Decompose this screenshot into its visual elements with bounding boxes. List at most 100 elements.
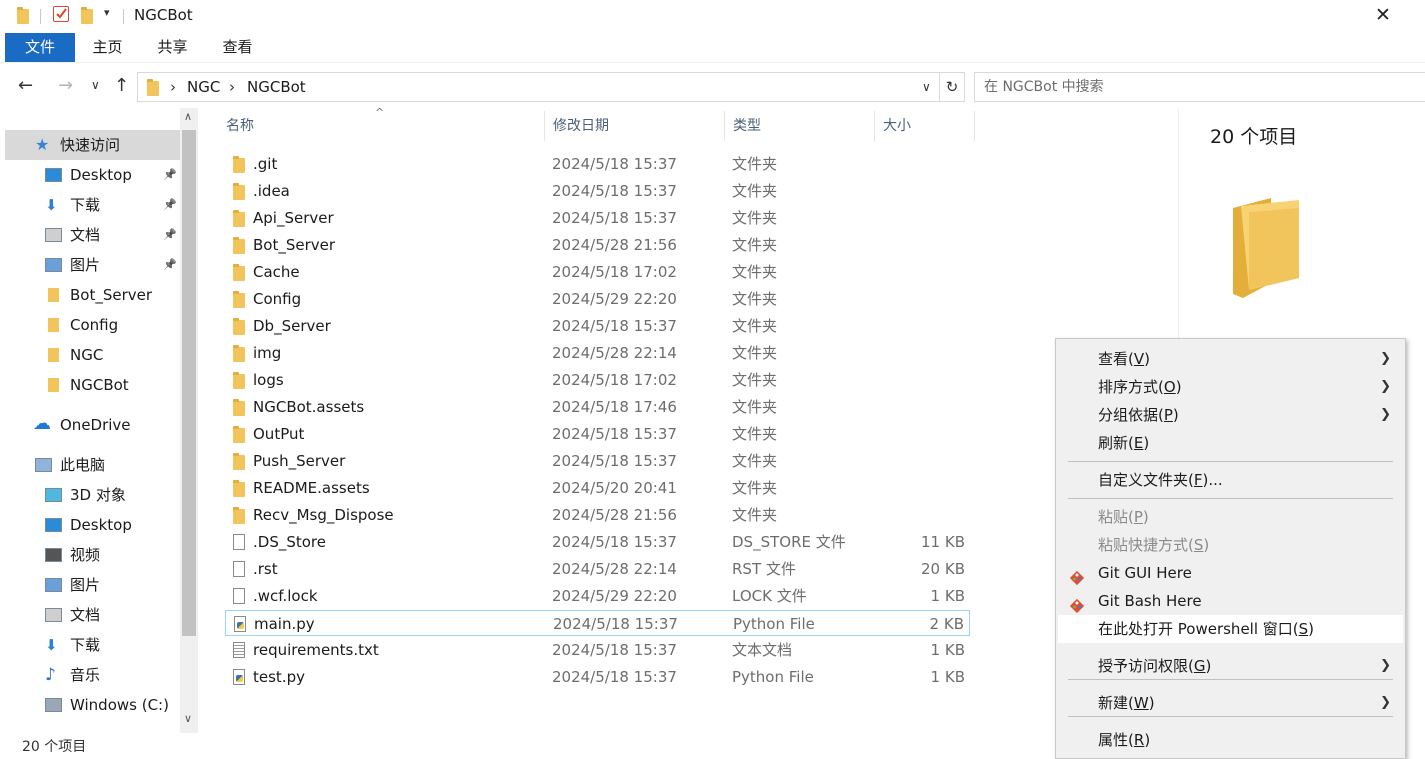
properties-checkbox-icon[interactable]	[53, 6, 69, 22]
sidebar-item-13[interactable]: 视频	[5, 540, 180, 570]
refresh-button[interactable]: ↻	[940, 72, 965, 102]
table-row[interactable]: .DS_Store 2024/5/18 15:37 DS_STORE 文件 11 KB	[225, 529, 970, 555]
menu-item-6[interactable]: 粘贴快捷方式(S)	[1058, 531, 1403, 559]
table-row[interactable]: Push_Server 2024/5/18 15:37 文件夹	[225, 448, 970, 474]
music-icon: ♪	[45, 665, 56, 685]
tab-share[interactable]: 共享	[150, 33, 195, 62]
menu-item-7[interactable]: Git GUI Here	[1058, 559, 1403, 587]
sidebar-item-3[interactable]: 文档 📌	[5, 220, 180, 250]
menu-item-3[interactable]: 刷新(E)	[1058, 429, 1403, 457]
sidebar-item-17[interactable]: ♪ 音乐	[5, 660, 180, 690]
context-menu: 查看(V) ❯ 排序方式(O) ❯ 分组依据(P) ❯ 刷新(E) 自定义文件夹(F)... 粘…	[1055, 338, 1406, 759]
nav-scrollbar[interactable]: ∧ ∨	[180, 108, 198, 733]
sidebar-item-label: Desktop	[70, 516, 132, 534]
sidebar-item-label: 视频	[70, 546, 101, 564]
table-row[interactable]: .git 2024/5/18 15:37 文件夹	[225, 151, 970, 177]
file-type: Python File	[732, 668, 814, 686]
menu-item-4[interactable]: 自定义文件夹(F)...	[1058, 466, 1403, 494]
table-row[interactable]: Cache 2024/5/18 17:02 文件夹	[225, 259, 970, 285]
table-row[interactable]: Bot_Server 2024/5/28 21:56 文件夹	[225, 232, 970, 258]
sidebar-item-7[interactable]: NGC	[5, 340, 180, 370]
breadcrumb-ngcbot[interactable]: NGCBot	[247, 78, 306, 96]
tab-file[interactable]: 文件	[5, 33, 75, 62]
column-date[interactable]: 修改日期	[545, 111, 725, 141]
file-date: 2024/5/18 15:37	[552, 317, 677, 335]
menu-item-9[interactable]: 在此处打开 Powershell 窗口(S)	[1058, 615, 1403, 643]
address-history-chevron-icon[interactable]: ∨	[922, 80, 931, 94]
address-bar[interactable]: › NGC › NGCBot ∨	[137, 72, 940, 102]
tab-home[interactable]: 主页	[85, 33, 130, 62]
scroll-down-icon[interactable]: ∨	[184, 712, 192, 725]
up-arrow-icon[interactable]: ↑	[114, 75, 129, 96]
table-row[interactable]: requirements.txt 2024/5/18 15:37 文本文档 1 KB	[225, 637, 970, 663]
column-size[interactable]: 大小	[875, 111, 975, 141]
column-type[interactable]: 类型	[725, 111, 875, 141]
search-input[interactable]: 在 NGCBot 中搜索	[974, 72, 1425, 102]
table-row[interactable]: OutPut 2024/5/18 15:37 文件夹	[225, 421, 970, 447]
menu-item-12[interactable]: 属性(R)	[1058, 726, 1403, 754]
close-button[interactable]: ✕	[1368, 4, 1398, 28]
sidebar-item-2[interactable]: ⬇ 下载 📌	[5, 190, 180, 220]
sidebar-item-14[interactable]: 图片	[5, 570, 180, 600]
file-name: Bot_Server	[253, 236, 336, 254]
pin-icon[interactable]: 📌	[163, 250, 177, 280]
sidebar-item-10[interactable]: 此电脑	[5, 450, 180, 480]
table-row[interactable]: main.py 2024/5/18 15:37 Python File 2 KB	[225, 610, 970, 636]
sidebar-item-12[interactable]: Desktop	[5, 510, 180, 540]
menu-item-text: 粘贴快捷方式	[1098, 536, 1189, 554]
sidebar-item-15[interactable]: 文档	[5, 600, 180, 630]
sidebar-item-16[interactable]: ⬇ 下载	[5, 630, 180, 660]
sidebar-item-6[interactable]: Config	[5, 310, 180, 340]
breadcrumb-ngc[interactable]: NGC	[187, 78, 220, 96]
scrollbar-thumb[interactable]	[182, 130, 196, 636]
pin-icon[interactable]: 📌	[163, 160, 177, 190]
new-folder-icon[interactable]	[81, 7, 93, 24]
sidebar-item-label: 3D 对象	[70, 486, 126, 504]
sidebar-item-11[interactable]: 3D 对象	[5, 480, 180, 510]
breadcrumb-separator-icon[interactable]: ›	[229, 78, 235, 96]
menu-item-2[interactable]: 分组依据(P) ❯	[1058, 401, 1403, 429]
pin-icon[interactable]: 📌	[163, 220, 177, 250]
menu-item-0[interactable]: 查看(V) ❯	[1058, 345, 1403, 373]
sidebar-item-8[interactable]: NGCBot	[5, 370, 180, 400]
file-name: main.py	[254, 615, 315, 633]
refresh-icon: ↻	[945, 78, 959, 96]
scroll-up-icon[interactable]: ∧	[184, 110, 192, 123]
menu-item-11[interactable]: 新建(W) ❯	[1058, 689, 1403, 717]
tab-view[interactable]: 查看	[215, 33, 260, 62]
file-size: 11 KB	[921, 533, 965, 551]
table-row[interactable]: logs 2024/5/18 17:02 文件夹	[225, 367, 970, 393]
sidebar-item-5[interactable]: Bot_Server	[5, 280, 180, 310]
menu-item-10[interactable]: 授予访问权限(G) ❯	[1058, 652, 1403, 680]
menu-item-label: 自定义文件夹(F)...	[1098, 471, 1223, 489]
menu-item-1[interactable]: 排序方式(O) ❯	[1058, 373, 1403, 401]
recent-locations-chevron-icon[interactable]: ∨	[91, 78, 100, 92]
table-row[interactable]: Api_Server 2024/5/18 15:37 文件夹	[225, 205, 970, 231]
sidebar-item-4[interactable]: 图片 📌	[5, 250, 180, 280]
table-row[interactable]: README.assets 2024/5/20 20:41 文件夹	[225, 475, 970, 501]
menu-item-8[interactable]: Git Bash Here	[1058, 587, 1403, 615]
sidebar-item-label: 图片	[70, 256, 101, 274]
table-row[interactable]: Recv_Msg_Dispose 2024/5/28 21:56 文件夹	[225, 502, 970, 528]
sidebar-item-9[interactable]: ☁ OneDrive	[5, 410, 180, 440]
menu-item-5[interactable]: 粘贴(P)	[1058, 503, 1403, 531]
folder-icon	[233, 210, 245, 227]
chevron-down-icon[interactable]: ▾	[104, 6, 110, 19]
table-row[interactable]: .wcf.lock 2024/5/29 22:20 LOCK 文件 1 KB	[225, 583, 970, 609]
sidebar-item-0[interactable]: ★ 快速访问	[5, 130, 180, 160]
sidebar-item-1[interactable]: Desktop 📌	[5, 160, 180, 190]
folder-icon[interactable]	[17, 7, 29, 24]
table-row[interactable]: Db_Server 2024/5/18 15:37 文件夹	[225, 313, 970, 339]
table-row[interactable]: img 2024/5/28 22:14 文件夹	[225, 340, 970, 366]
table-row[interactable]: Config 2024/5/29 22:20 文件夹	[225, 286, 970, 312]
forward-arrow-icon[interactable]: →	[58, 75, 73, 96]
sidebar-item-18[interactable]: Windows (C:)	[5, 690, 180, 720]
back-arrow-icon[interactable]: ←	[18, 75, 33, 96]
table-row[interactable]: test.py 2024/5/18 15:37 Python File 1 KB	[225, 664, 970, 690]
pin-icon[interactable]: 📌	[163, 190, 177, 220]
table-row[interactable]: NGCBot.assets 2024/5/18 17:46 文件夹	[225, 394, 970, 420]
table-row[interactable]: .idea 2024/5/18 15:37 文件夹	[225, 178, 970, 204]
breadcrumb-separator-icon[interactable]: ›	[170, 78, 176, 96]
menu-item-accelerator: E	[1133, 434, 1144, 452]
table-row[interactable]: .rst 2024/5/28 22:14 RST 文件 20 KB	[225, 556, 970, 582]
